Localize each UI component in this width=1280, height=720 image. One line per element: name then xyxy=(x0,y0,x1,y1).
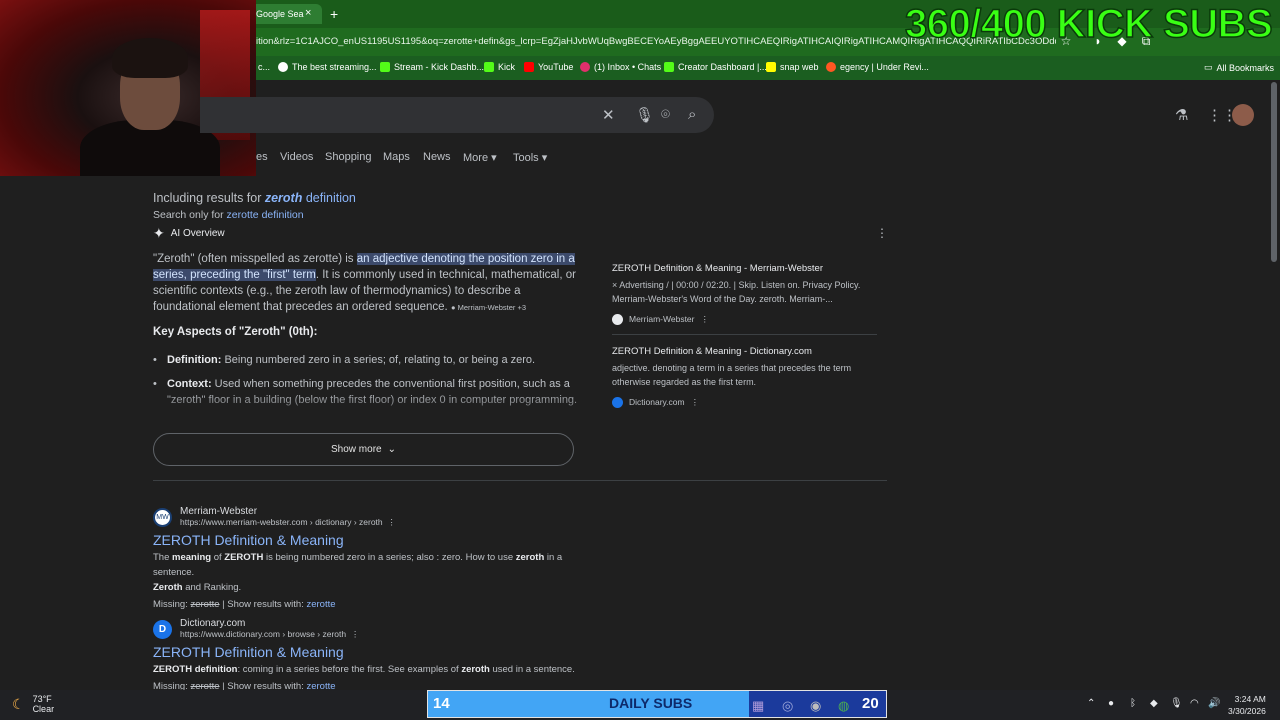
labs-icon[interactable]: ⚗ xyxy=(1175,106,1188,124)
microphone-icon[interactable]: 🎙 xyxy=(635,106,654,124)
bluetooth-icon[interactable]: ᛒ xyxy=(1130,698,1136,709)
bookmark-item[interactable]: (1) Inbox • Chats xyxy=(580,62,661,72)
sparkle-icon: ✦ xyxy=(153,225,165,241)
tab-tools[interactable]: Tools ▾ xyxy=(513,151,547,164)
folder-icon: ▭ xyxy=(1204,62,1213,72)
show-results-link[interactable]: zerotte xyxy=(306,599,335,610)
content-fade xyxy=(153,390,583,426)
wifi-icon[interactable]: ◠ xyxy=(1190,698,1199,709)
security-icon[interactable]: ◆ xyxy=(1150,698,1158,709)
camera-search-icon[interactable]: ⌾ xyxy=(661,106,670,123)
more-options-icon[interactable]: ⋮ xyxy=(385,517,396,527)
bookmark-item[interactable]: YouTube xyxy=(524,62,573,72)
webcam-overlay xyxy=(0,0,256,176)
app-grid-icon[interactable]: ▦ xyxy=(752,698,764,714)
scrollbar[interactable] xyxy=(1271,82,1277,262)
citation-chip[interactable]: ● Merriam-Webster +3 xyxy=(451,303,526,312)
result-title-link[interactable]: ZEROTH Definition & Meaning xyxy=(153,532,603,548)
divider xyxy=(153,480,887,481)
more-options-icon[interactable]: ⋮ xyxy=(691,395,700,409)
tab-close-icon[interactable]: × xyxy=(305,7,311,19)
moon-icon: ☾ xyxy=(12,695,25,712)
microphone-icon[interactable]: 🎙 xyxy=(1170,698,1183,709)
kick-icon xyxy=(664,62,674,72)
list-item: Definition: Being numbered zero in a ser… xyxy=(153,352,583,368)
daily-subs-target: 20 xyxy=(862,695,879,712)
all-bookmarks[interactable]: ▭ All Bookmarks xyxy=(1204,62,1274,73)
chrome-icon[interactable]: ◍ xyxy=(838,698,849,714)
search-result: MW Merriam-Webster https://www.merriam-w… xyxy=(153,506,603,612)
source-card[interactable]: ZEROTH Definition & Meaning - Dictionary… xyxy=(612,345,877,409)
bookmark-item[interactable]: egency | Under Revi... xyxy=(826,62,929,72)
show-more-button[interactable]: Show more ⌄ xyxy=(153,433,574,466)
result-snippet: The meaning of ZEROTH is being numbered … xyxy=(153,552,563,593)
daily-subs-progress xyxy=(428,691,749,717)
search-result: D Dictionary.com https://www.dictionary.… xyxy=(153,618,603,694)
weather-widget[interactable]: ☾ 73°F Clear xyxy=(12,694,54,714)
daily-subs-label: DAILY SUBS xyxy=(609,695,693,711)
kick-subs-goal: 360/400 KICK SUBS xyxy=(904,1,1273,47)
merriam-webster-favicon: MW xyxy=(153,507,172,527)
snapchat-icon xyxy=(766,62,776,72)
search-icon[interactable]: ⌕ xyxy=(688,106,696,123)
more-options-icon[interactable]: ⋮ xyxy=(349,629,360,639)
obs-icon[interactable]: ◉ xyxy=(810,698,821,714)
ai-overview-header: ✦ AI Overview xyxy=(153,225,225,241)
chevron-down-icon: ⌄ xyxy=(387,444,396,455)
tab-title: Google Sea xyxy=(256,9,304,19)
daily-subs-count: 14 xyxy=(433,695,450,712)
result-snippet: ZEROTH definition: coming in a series be… xyxy=(153,664,575,675)
result-title-link[interactable]: ZEROTH Definition & Meaning xyxy=(153,644,603,660)
tab-shopping[interactable]: Shopping xyxy=(325,151,372,163)
agency-icon xyxy=(826,62,836,72)
original-query-link[interactable]: zerotte definition xyxy=(227,209,304,221)
bookmark-item[interactable]: The best streaming... xyxy=(278,62,377,72)
bookmark-item[interactable]: Creator Dashboard |... xyxy=(664,62,767,72)
including-results: Including results for zeroth definition xyxy=(153,191,356,205)
clock[interactable]: 3:24 AM 3/30/2026 xyxy=(1228,693,1266,717)
kick-icon xyxy=(484,62,494,72)
tab-videos[interactable]: Videos xyxy=(280,151,313,163)
corrected-query-link[interactable]: zeroth xyxy=(265,191,303,205)
app-circle-icon[interactable]: ◎ xyxy=(782,698,793,714)
instagram-icon xyxy=(580,62,590,72)
youtube-icon xyxy=(524,62,534,72)
clear-icon[interactable]: ✕ xyxy=(602,106,615,124)
bookmark-item[interactable]: c... xyxy=(258,62,270,72)
tab-images[interactable]: es xyxy=(256,151,268,163)
tab-more[interactable]: More ▾ xyxy=(463,151,497,164)
dictionary-favicon: D xyxy=(153,619,172,639)
new-tab-button[interactable]: + xyxy=(330,6,338,22)
missing-terms: Missing: zerotte | Show results with: ze… xyxy=(153,599,336,610)
volume-icon[interactable]: 🔊 xyxy=(1208,698,1220,709)
merriam-webster-icon xyxy=(612,313,623,325)
more-options-icon[interactable]: ⋮ xyxy=(876,226,888,240)
chevron-up-icon[interactable]: ⌃ xyxy=(1087,698,1095,709)
kick-icon xyxy=(380,62,390,72)
tray-app-icon[interactable]: ● xyxy=(1108,698,1114,709)
ai-overview-text: "Zeroth" (often misspelled as zerotte) i… xyxy=(153,253,576,313)
divider xyxy=(612,334,877,335)
tab-maps[interactable]: Maps xyxy=(383,151,410,163)
tab-news[interactable]: News xyxy=(423,151,451,163)
search-only-for: Search only for zerotte definition xyxy=(153,209,304,221)
dictionary-icon xyxy=(612,396,623,408)
key-aspects-heading: Key Aspects of "Zeroth" (0th): xyxy=(153,326,318,338)
bookmark-item[interactable]: snap web xyxy=(766,62,819,72)
bookmark-item[interactable]: Stream - Kick Dashb... xyxy=(380,62,484,72)
avatar[interactable] xyxy=(1232,104,1254,126)
more-options-icon[interactable]: ⋮ xyxy=(701,312,710,326)
source-card[interactable]: ZEROTH Definition & Meaning - Merriam-We… xyxy=(612,262,877,326)
bookmark-item[interactable]: Kick xyxy=(484,62,515,72)
streaming-icon xyxy=(278,62,288,72)
